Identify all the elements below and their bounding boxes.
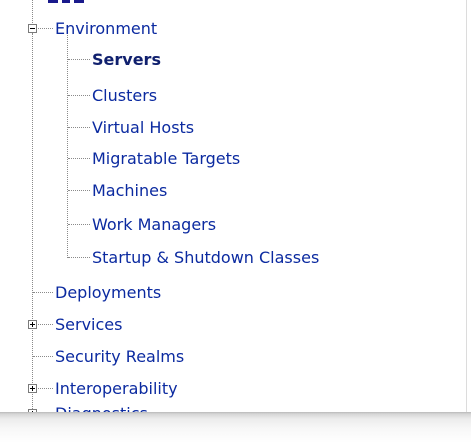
tree-connector-line <box>68 127 90 128</box>
tree-connector-line <box>38 28 53 29</box>
tree-node-interoperability[interactable]: Interoperability <box>55 379 178 399</box>
tree-connector-line <box>68 257 90 258</box>
collapse-environment-icon[interactable] <box>28 24 37 33</box>
tree-node-work-managers[interactable]: Work Managers <box>92 215 216 235</box>
tree-node-clusters[interactable]: Clusters <box>92 86 157 106</box>
tree-connector-line <box>38 388 53 389</box>
tree-connector-line <box>33 292 53 293</box>
tree-node-virtual-hosts[interactable]: Virtual Hosts <box>92 118 194 138</box>
tree-node-security-realms[interactable]: Security Realms <box>55 347 184 367</box>
domain-structure-tree: Environment Servers Clusters Virtual Hos… <box>0 0 468 413</box>
clipped-node-remnant <box>48 0 128 4</box>
tree-node-startup-shutdown-classes[interactable]: Startup & Shutdown Classes <box>92 248 319 268</box>
expand-services-icon[interactable] <box>28 320 37 329</box>
tree-node-machines[interactable]: Machines <box>92 181 167 201</box>
expand-interoperability-icon[interactable] <box>28 384 37 393</box>
tree-connector-line <box>38 324 53 325</box>
tree-connector-line <box>33 356 53 357</box>
tree-connector-line <box>68 224 90 225</box>
tree-connector-line <box>68 95 90 96</box>
tree-connector-line <box>68 190 90 191</box>
panel-border <box>466 0 467 413</box>
tree-node-environment[interactable]: Environment <box>55 19 157 39</box>
tree-node-migratable-targets[interactable]: Migratable Targets <box>92 149 240 169</box>
tree-node-services[interactable]: Services <box>55 315 122 335</box>
panel-bottom-shadow <box>0 412 471 443</box>
tree-connector-line <box>68 158 90 159</box>
tree-connector-line <box>68 59 90 60</box>
tree-connector-line <box>32 0 33 23</box>
tree-node-deployments[interactable]: Deployments <box>55 283 161 303</box>
tree-node-servers[interactable]: Servers <box>92 50 161 70</box>
